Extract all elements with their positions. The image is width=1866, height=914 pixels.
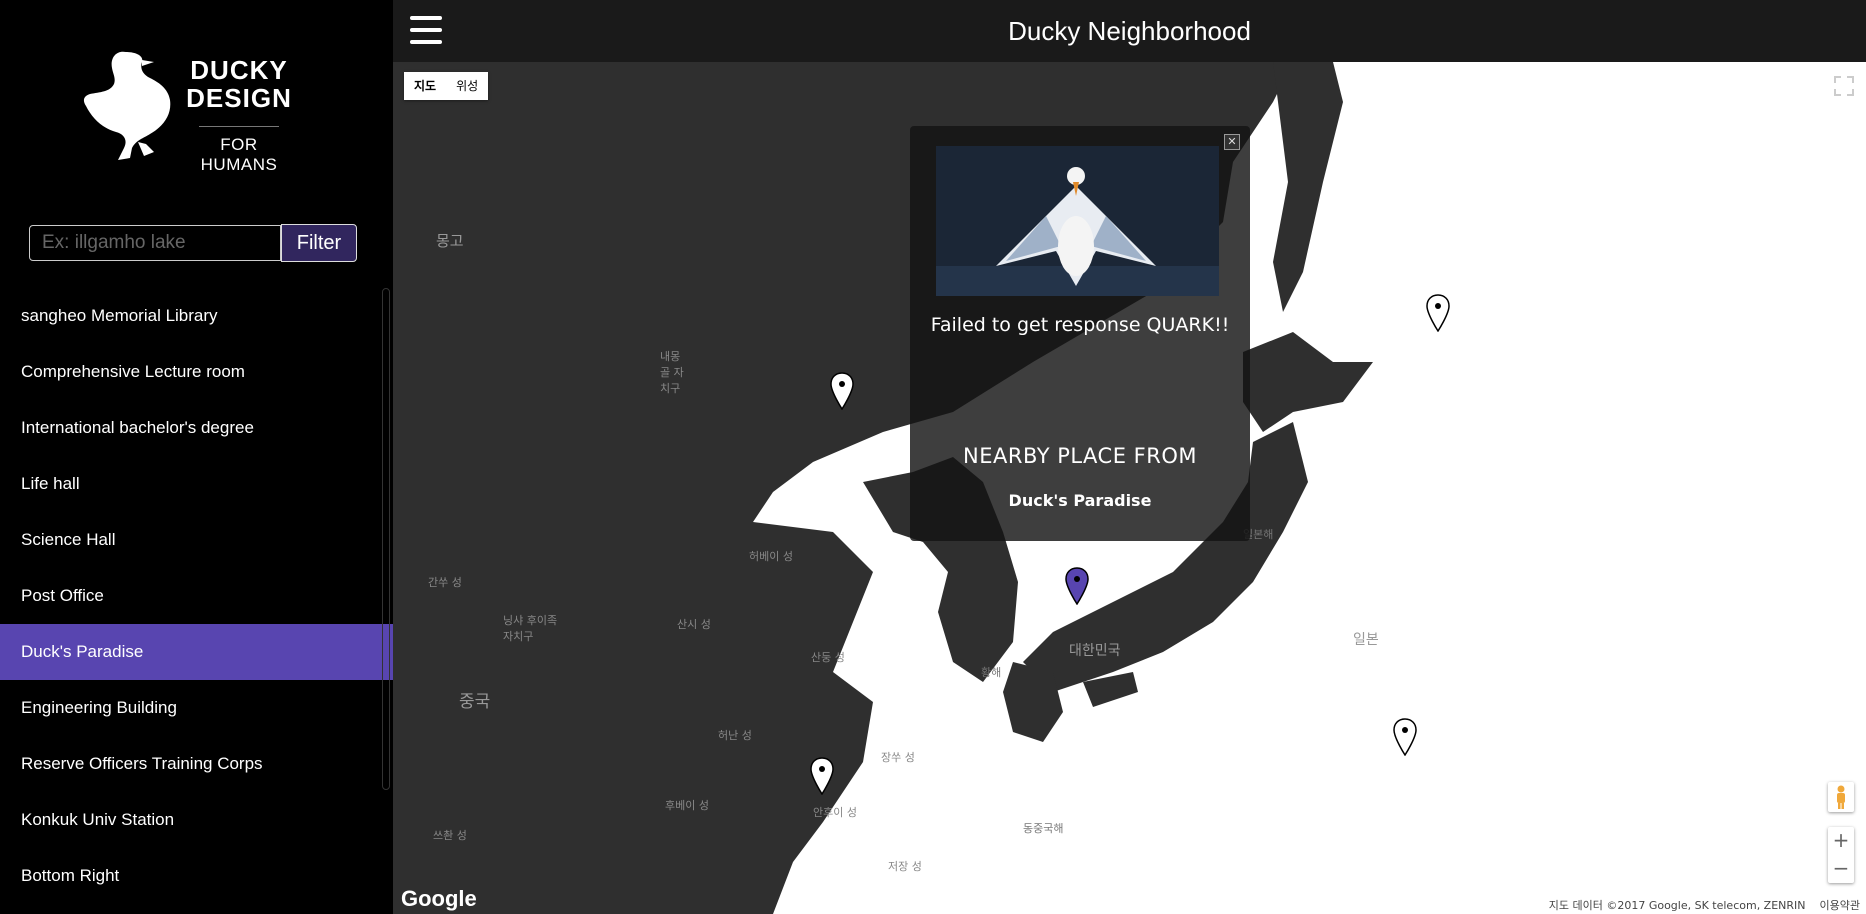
map-label-shandong: 산둥 성 — [811, 651, 845, 664]
nearby-heading: NEARBY PLACE FROM — [963, 444, 1197, 468]
filter-bar: Filter — [29, 224, 357, 262]
map-label-china: 중국 — [459, 692, 491, 712]
map-label-gansu: 간쑤 성 — [428, 576, 462, 589]
scrollbar[interactable] — [382, 288, 390, 790]
place-list: sangheo Memorial Library Comprehensive Le… — [0, 288, 393, 904]
zoom-out-button[interactable]: − — [1828, 855, 1854, 883]
map-label-sichuan: 쓰촨 성 — [433, 829, 467, 842]
logo: DUCKY DESIGN FOR HUMANS — [80, 48, 295, 174]
duck-photo — [936, 146, 1219, 296]
map-type-satellite[interactable]: 위성 — [446, 72, 488, 100]
logo-title-line2: DESIGN — [186, 83, 292, 113]
place-list-item[interactable]: Konkuk Univ Station — [0, 792, 393, 848]
map-label-ningxia: 닝샤 후이족 자치구 — [503, 614, 558, 643]
map-type-map[interactable]: 지도 — [404, 72, 446, 100]
place-list-item[interactable]: Duck's Paradise — [0, 624, 393, 680]
map-attribution: 지도 데이터 ©2017 Google, SK telecom, ZENRIN … — [1542, 896, 1866, 914]
sidebar: DUCKY DESIGN FOR HUMANS Filter sangheo M… — [0, 0, 393, 914]
zoom-control: + − — [1828, 827, 1854, 883]
place-list-item[interactable]: sangheo Memorial Library — [0, 288, 393, 344]
map-label-korea: 대한민국 — [1069, 643, 1121, 659]
place-list-item[interactable]: International bachelor's degree — [0, 400, 393, 456]
logo-divider — [199, 126, 279, 127]
terms-link[interactable]: 이용약관 — [1820, 899, 1860, 912]
place-list-item[interactable]: Bottom Right — [0, 848, 393, 904]
logo-title-line1: DUCKY — [190, 55, 288, 85]
place-list-item[interactable]: Reserve Officers Training Corps — [0, 736, 393, 792]
info-error-text: Failed to get response QUARK!! — [930, 314, 1230, 336]
map-marker[interactable] — [830, 372, 854, 410]
zoom-in-button[interactable]: + — [1828, 827, 1854, 855]
map-label-east-china-sea: 동중국해 — [1023, 822, 1064, 835]
map-type-control: 지도 위성 — [404, 72, 489, 100]
map-label-hebei: 허베이 성 — [749, 550, 793, 563]
duck-icon — [83, 51, 171, 160]
map-label-hubei: 후베이 성 — [665, 799, 709, 812]
logo-subtitle: FOR HUMANS — [200, 135, 278, 174]
nearby-place-name: Duck's Paradise — [1008, 491, 1152, 510]
filter-button[interactable]: Filter — [281, 224, 357, 262]
map-label-jiangsu: 장쑤 성 — [881, 751, 915, 764]
map-marker[interactable] — [1393, 718, 1417, 756]
place-list-item[interactable]: Life hall — [0, 456, 393, 512]
map-label-mongolia: 몽고 — [436, 232, 464, 250]
map-label-anhui: 안후이 성 — [813, 806, 857, 819]
place-list-item[interactable]: Comprehensive Lecture room — [0, 344, 393, 400]
attribution-text: 지도 데이터 ©2017 Google, SK telecom, ZENRIN — [1548, 899, 1806, 912]
place-list-item[interactable]: Post Office — [0, 568, 393, 624]
header: Ducky Neighborhood — [393, 0, 1866, 62]
map-label-henan: 허난 성 — [718, 729, 752, 742]
map-label-shaanxi: 산시 성 — [677, 618, 711, 631]
info-window: ✕ Failed to get response QUARK!! NEARBY … — [910, 126, 1250, 541]
place-list-item[interactable]: Engineering Building — [0, 680, 393, 736]
page-title: Ducky Neighborhood — [1008, 16, 1251, 46]
map-label-inner-mongolia: 내몽골 자치구 — [660, 350, 684, 395]
map-label-zhejiang: 저장 성 — [888, 860, 922, 873]
duck-photo-graphic — [936, 146, 1219, 296]
map-label-japan: 일본 — [1353, 632, 1379, 648]
fullscreen-icon[interactable] — [1832, 74, 1856, 98]
map-marker-selected[interactable] — [1065, 567, 1089, 605]
pegman-icon[interactable] — [1828, 782, 1854, 812]
map-marker[interactable] — [810, 757, 834, 795]
map[interactable]: 지도 위성 몽고 내몽골 자치구 간쑤 성 닝샤 후이족 자치구 산시 성 허베… — [393, 62, 1866, 914]
place-list-item[interactable]: Science Hall — [0, 512, 393, 568]
close-icon[interactable]: ✕ — [1224, 134, 1240, 150]
map-marker[interactable] — [1426, 294, 1450, 332]
filter-input[interactable] — [29, 225, 281, 261]
google-logo: Google — [401, 886, 477, 911]
map-label-yellow-sea: 황해 — [981, 666, 1002, 679]
